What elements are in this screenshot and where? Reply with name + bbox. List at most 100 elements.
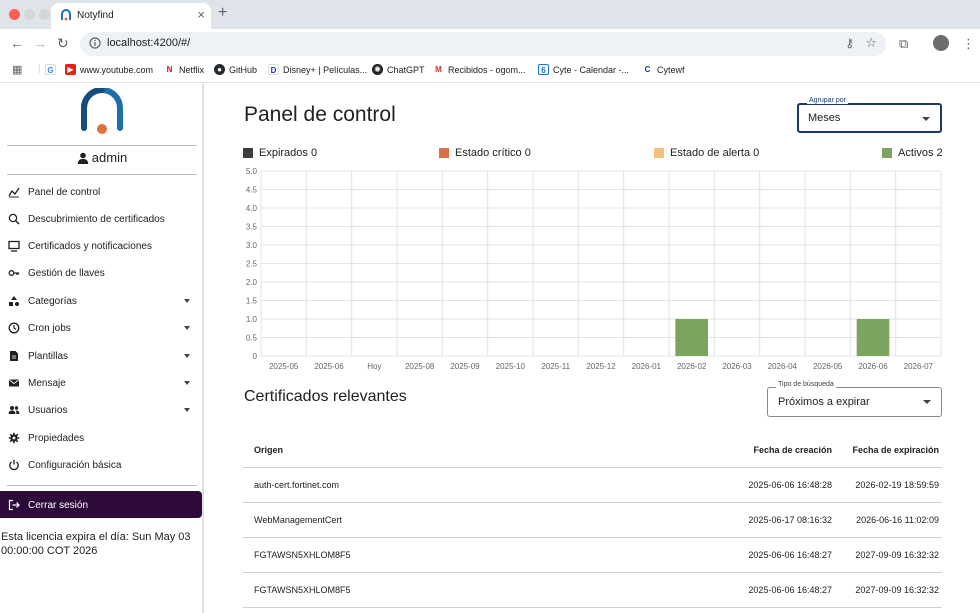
cell-origen: FGTAWSN5XHLOM8F5	[254, 585, 351, 595]
profile-avatar[interactable]	[933, 35, 949, 51]
notyfind-logo	[81, 88, 123, 134]
gear-icon	[8, 432, 20, 444]
chevron-down-icon	[184, 354, 190, 358]
y-tick-label: 4.5	[246, 186, 258, 195]
bookmark-youtube[interactable]: ▶ www.youtube.com	[65, 64, 153, 75]
power-icon	[9, 459, 19, 471]
sidebar-item-label: Descubrimiento de certificados	[28, 214, 165, 225]
back-button[interactable]: ←	[10, 35, 24, 51]
bookmark-calendar[interactable]: 6 Cyte - Calendar -...	[538, 64, 629, 75]
sidebar-item-descubrimiento[interactable]: Descubrimiento de certificados	[0, 206, 204, 232]
table-row[interactable]: FGTAWSN5XHLOM8F5 2025-06-06 16:48:27 202…	[243, 573, 942, 608]
document-icon	[10, 351, 18, 361]
sidebar-item-label: Gestión de llaves	[28, 268, 105, 279]
site-info-icon[interactable]	[89, 37, 101, 49]
clock-icon	[8, 322, 20, 334]
reload-button[interactable]: ↻	[57, 35, 69, 52]
browser-toolbar: ← → ↻ localhost:4200/#/ ⚷ ☆ ⧉ ⋮	[0, 29, 980, 59]
sidebar-item-label: Categorías	[28, 296, 77, 307]
column-header-expiracion[interactable]: Fecha de expiración	[835, 445, 939, 455]
legend-label: Expirados 0	[259, 147, 318, 159]
main-content: Panel de control Agrupar por Meses Expir…	[206, 84, 980, 613]
sidebar-item-categorias[interactable]: Categorías	[0, 288, 204, 314]
chevron-down-icon	[184, 326, 190, 330]
bookmark-cytewf[interactable]: C Cytewf	[642, 64, 685, 75]
browser-menu-icon[interactable]: ⋮	[962, 36, 975, 52]
column-header-creacion[interactable]: Fecha de creación	[702, 445, 832, 455]
bookmark-label: Disney+ | Películas...	[283, 64, 368, 75]
group-by-select[interactable]: Agrupar por Meses	[797, 97, 942, 133]
mail-icon	[9, 379, 19, 387]
forward-button[interactable]: →	[33, 35, 47, 51]
x-tick-label: 2026-06	[858, 362, 888, 371]
sidebar-item-mensaje[interactable]: Mensaje	[0, 370, 204, 396]
gmail-icon: M	[433, 64, 444, 75]
logout-button[interactable]: Cerrar sesión	[0, 491, 202, 518]
sidebar-item-label: Panel de control	[28, 187, 101, 198]
sidebar-item-plantillas[interactable]: Plantillas	[0, 343, 204, 369]
close-window-button[interactable]	[9, 9, 20, 20]
minimize-window-button[interactable]	[24, 9, 35, 20]
table-row[interactable]: auth-cert.fortinet.com 2025-06-06 16:48:…	[243, 468, 942, 503]
y-tick-label: 0	[253, 352, 258, 361]
search-type-select[interactable]: Tipo de búsqueda Próximos a expirar	[767, 381, 942, 417]
sidebar-item-label: Configuración básica	[28, 460, 122, 471]
bookmark-netflix[interactable]: N Netflix	[164, 64, 204, 75]
sidebar-item-label: Cron jobs	[28, 323, 71, 334]
chevron-down-icon	[923, 400, 931, 404]
bookmark-google[interactable]: G	[45, 64, 56, 75]
cell-expiracion: 2026-06-16 11:02:09	[856, 515, 939, 525]
sidebar-item-propiedades[interactable]: Propiedades	[0, 425, 204, 451]
sidebar-item-panel-de-control[interactable]: Panel de control	[0, 179, 204, 205]
bookmark-chatgpt[interactable]: ✺ ChatGPT	[372, 64, 425, 75]
password-key-icon[interactable]: ⚷	[845, 36, 854, 50]
bookmark-star-icon[interactable]: ☆	[865, 35, 877, 51]
x-tick-label: 2026-02	[677, 362, 707, 371]
y-tick-label: 2.0	[246, 278, 258, 287]
search-type-label: Tipo de búsqueda	[776, 381, 836, 388]
youtube-icon: ▶	[65, 64, 76, 75]
cell-expiracion: 2027-09-09 16:32:32	[855, 550, 939, 560]
legend-swatch	[243, 148, 253, 158]
extensions-icon[interactable]: ⧉	[899, 36, 908, 52]
legend-expirados[interactable]: Expirados 0	[243, 147, 317, 159]
x-tick-label: 2025-05	[269, 362, 299, 371]
tab-close-icon[interactable]: ×	[197, 7, 205, 22]
url-text: localhost:4200/#/	[107, 37, 191, 49]
address-bar[interactable]: localhost:4200/#/ ⚷ ☆	[80, 32, 886, 56]
bar-activos	[856, 319, 890, 356]
sidebar-item-cron-jobs[interactable]: Cron jobs	[0, 315, 204, 341]
sidebar-item-label: Certificados y notificaciones	[28, 241, 152, 252]
bookmark-gmail[interactable]: M Recibidos - ogom...	[433, 64, 526, 75]
legend-alerta[interactable]: Estado de alerta 0	[654, 147, 759, 159]
x-tick-label: 2025-06	[314, 362, 344, 371]
sidebar-item-llaves[interactable]: Gestión de llaves	[0, 260, 204, 286]
legend-swatch	[882, 148, 892, 158]
bookmark-github[interactable]: ● GitHub	[214, 64, 257, 75]
cell-origen: WebManagementCert	[254, 515, 342, 525]
y-tick-label: 1.5	[246, 297, 258, 306]
new-tab-button[interactable]: +	[218, 4, 227, 22]
table-row[interactable]: FGTAWSN5XHLOM8F5 2025-06-06 16:48:27 202…	[243, 538, 942, 573]
apps-grid-icon[interactable]: ▦	[12, 63, 22, 76]
legend-activos[interactable]: Activos 2	[882, 147, 943, 159]
legend-critico[interactable]: Estado crítico 0	[439, 147, 531, 159]
sidebar-item-usuarios[interactable]: Usuarios	[0, 397, 204, 423]
y-tick-label: 2.5	[246, 260, 258, 269]
column-header-origen[interactable]: Origen	[254, 445, 283, 455]
license-text: Esta licencia expira el día: Sun May 03 …	[1, 531, 191, 557]
browser-tab[interactable]: Notyfind ×	[51, 3, 211, 29]
x-tick-label: 2026-04	[768, 362, 798, 371]
sidebar-item-certificados[interactable]: Certificados y notificaciones	[0, 233, 204, 259]
x-tick-label: 2025-09	[450, 362, 480, 371]
table-row[interactable]: WebManagementCert 2025-06-17 08:16:32 20…	[243, 503, 942, 538]
bookmark-disney[interactable]: D Disney+ | Películas...	[268, 64, 367, 75]
user-row: admin	[0, 150, 204, 165]
cell-creacion: 2025-06-17 08:16:32	[748, 515, 832, 525]
sidebar-item-configuracion[interactable]: Configuración básica	[0, 452, 204, 478]
monitor-icon	[8, 240, 20, 252]
sidebar-divider	[7, 485, 197, 486]
cell-expiracion: 2027-09-09 16:32:32	[855, 585, 939, 595]
bookmark-label: www.youtube.com	[80, 64, 154, 75]
maximize-window-button[interactable]	[39, 9, 50, 20]
